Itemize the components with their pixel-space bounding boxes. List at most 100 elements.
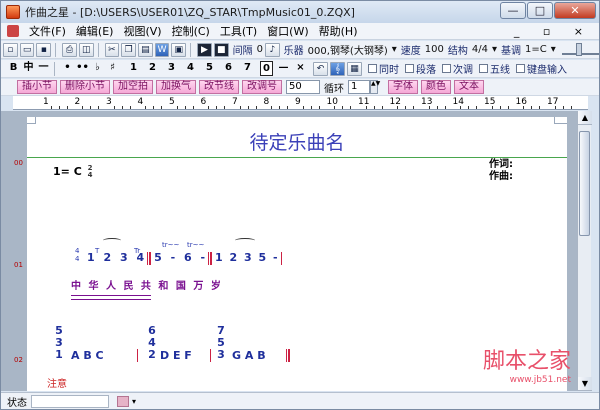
paste-icon[interactable]: ▤ (138, 42, 153, 57)
chord-stack[interactable]: 7 5 3 (215, 325, 227, 361)
note-3-button[interactable]: 3 (165, 61, 178, 76)
rest-0-button[interactable]: 0 (260, 61, 273, 76)
note-6-button[interactable]: 6 (222, 61, 235, 76)
symbol-icon[interactable]: 𝄞 (330, 61, 345, 76)
vertical-scrollbar[interactable]: ▲ ▼ (577, 111, 592, 391)
ruler-tick (208, 106, 210, 109)
note-2-button[interactable]: 2 (146, 61, 159, 76)
key-signature[interactable]: 1= C 24 (53, 165, 93, 179)
chord-stack[interactable]: 5 3 1 (53, 325, 65, 361)
chevron-down-icon[interactable]: ▾ (551, 44, 556, 55)
play-icon[interactable]: ▶ (197, 42, 212, 57)
input-method-icon[interactable] (117, 395, 129, 407)
menu-tools[interactable]: 工具(T) (220, 23, 257, 39)
word-export-icon[interactable]: W (154, 42, 170, 57)
note-label[interactable]: 注意 (47, 375, 67, 390)
image-icon[interactable]: ▣ (171, 42, 187, 57)
add-rest-button[interactable]: 加空拍 (113, 80, 153, 94)
speed-value[interactable]: 100 (425, 44, 444, 55)
simultaneous-checkbox[interactable]: 同时 (368, 61, 399, 76)
ruler-tick (216, 106, 218, 109)
delete-measure-button[interactable]: 删除小节 (60, 80, 110, 94)
print-icon[interactable]: ⎙ (62, 42, 77, 57)
spin-arrows-icon[interactable]: ▲▼ (370, 80, 380, 94)
note-1-button[interactable]: 1 (127, 61, 140, 76)
menu-control[interactable]: 控制(C) (172, 23, 210, 39)
change-barline-button[interactable]: 改节线 (199, 80, 239, 94)
scroll-down-icon[interactable]: ▼ (578, 377, 592, 391)
add-breath-button[interactable]: 加换气 (156, 80, 196, 94)
menu-file[interactable]: 文件(F) (29, 23, 66, 39)
dot-button[interactable]: • (61, 61, 74, 76)
double-dot-button[interactable]: •• (76, 61, 89, 76)
chord-stack[interactable]: 6 4 2 (146, 325, 158, 361)
arrow-line (71, 295, 151, 300)
key-value[interactable]: 1=C (525, 44, 547, 55)
dash-button[interactable]: — (277, 61, 290, 76)
open-folder-icon[interactable]: ▭ (19, 42, 35, 57)
keyboard-input-checkbox[interactable]: 键盘输入 (516, 61, 567, 76)
sharp-button[interactable]: ♯ (106, 61, 119, 76)
minimize-button[interactable]: — (500, 2, 526, 19)
chevron-down-icon[interactable]: ▾ (392, 44, 397, 55)
ruler-tick (334, 106, 336, 109)
new-file-icon[interactable]: ▫ (3, 42, 18, 57)
cut-icon[interactable]: ✂ (104, 42, 120, 57)
insert-measure-button[interactable]: 插小节 (17, 80, 57, 94)
chevron-down-icon[interactable]: ▾ (492, 44, 497, 55)
ruler-tick (287, 106, 289, 109)
letters-group-a[interactable]: A B C (71, 349, 104, 362)
undo-icon[interactable]: ↶ (313, 61, 328, 76)
cycle-input[interactable]: 1 (348, 80, 370, 94)
letters-group-b[interactable]: D E F (160, 349, 192, 362)
document-icon[interactable] (7, 25, 19, 37)
chevron-down-icon[interactable]: ▾ (132, 397, 136, 406)
font-button[interactable]: 字体 (388, 80, 418, 94)
notes-row-1[interactable]: 1 2 3 4 5 - 6 - 1 2 3 5 - (87, 251, 285, 265)
scroll-thumb[interactable] (579, 131, 590, 236)
bold-button[interactable]: B (7, 61, 20, 76)
line-number: 00 (14, 159, 23, 167)
note-7-button[interactable]: 7 (241, 61, 254, 76)
menu-edit[interactable]: 编辑(E) (76, 23, 114, 39)
volume-slider[interactable] (561, 42, 599, 56)
flat-button[interactable]: ♭ (91, 61, 104, 76)
cycle-label: 循环 (324, 83, 344, 95)
menu-window[interactable]: 窗口(W) (267, 23, 308, 39)
lyrics-row[interactable]: 中 华 人 民 共 和 国 万 岁 (71, 277, 221, 292)
save-icon[interactable]: ▪ (36, 42, 52, 57)
instrument-select[interactable]: 000,钢琴(大钢琴) (308, 42, 388, 57)
maximize-button[interactable]: □ (527, 2, 553, 19)
menu-view[interactable]: 视图(V) (123, 23, 161, 39)
close-button[interactable]: ✕ (554, 2, 596, 19)
print-preview-icon[interactable]: ◫ (78, 42, 94, 57)
letters-group-c[interactable]: G A B (232, 349, 266, 362)
score-view-icon[interactable]: ▦ (347, 61, 362, 76)
stop-icon[interactable]: ■ (213, 42, 229, 57)
mdi-controls[interactable]: _ ▫ × (514, 25, 593, 38)
structure-label: 结构 (447, 46, 468, 57)
change-key-button[interactable]: 改调号 (242, 80, 282, 94)
center-button[interactable]: 中 (22, 61, 35, 76)
menu-help[interactable]: 帮助(H) (319, 23, 358, 39)
text-button[interactable]: 文本 (454, 80, 484, 94)
note-5-button[interactable]: 5 (203, 61, 216, 76)
line-button[interactable]: 一 (37, 61, 50, 76)
color-button[interactable]: 颜色 (421, 80, 451, 94)
length-input[interactable]: 50 (286, 80, 320, 94)
interval-value[interactable]: 0 (257, 44, 263, 55)
key-label: 基调 (501, 46, 521, 57)
staff-checkbox[interactable]: 五线 (479, 61, 510, 76)
delete-button[interactable]: × (294, 61, 307, 76)
sub-key-checkbox[interactable]: 次调 (442, 61, 473, 76)
metronome-icon[interactable]: ♪ (264, 42, 280, 57)
ruler-tick (192, 106, 194, 109)
scroll-up-icon[interactable]: ▲ (578, 111, 592, 125)
score-title[interactable]: 待定乐曲名 (27, 128, 567, 155)
structure-value[interactable]: 4/4 (472, 44, 488, 55)
credits[interactable]: 作词: 作曲: (489, 159, 513, 183)
copy-icon[interactable]: ❐ (121, 42, 136, 57)
note-4-button[interactable]: 4 (184, 61, 197, 76)
checkbox-label: 段落 (416, 65, 436, 76)
paragraph-checkbox[interactable]: 段落 (405, 61, 436, 76)
